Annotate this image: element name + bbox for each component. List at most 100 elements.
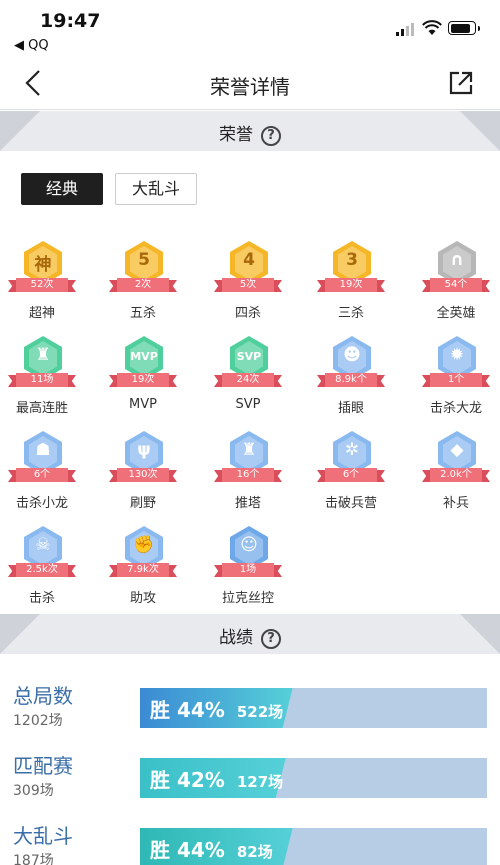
badge-count: 19次	[117, 373, 169, 387]
honor-badge[interactable]: ☗ 6个 击杀小龙	[2, 430, 82, 518]
badge-count: 2次	[117, 278, 169, 292]
badge-emblem-icon: ∩	[450, 250, 464, 270]
badge-ribbon: 6个	[8, 468, 76, 482]
badge-label: 助攻	[129, 591, 156, 606]
stat-total-games: 309场	[13, 783, 54, 799]
badge-count: 11场	[16, 373, 68, 387]
badge-ribbon: 52次	[8, 278, 76, 292]
honor-badge[interactable]: ☻ 8.9k个插眼	[311, 335, 391, 423]
badge-label: MVP	[129, 397, 157, 412]
badge-ribbon: 19次	[109, 373, 177, 387]
badge-emblem-icon: ♜	[35, 345, 51, 365]
badge-ribbon: 2次	[109, 278, 177, 292]
badge-ribbon: 2.0k个	[422, 468, 490, 482]
win-rate-text: 胜 42%	[150, 768, 225, 792]
badge-emblem-icon: 5	[138, 250, 150, 270]
badge-label: 击杀	[28, 591, 55, 606]
win-rate-text: 胜 44%	[150, 838, 225, 862]
honor-badge[interactable]: 4 5次 四杀	[208, 240, 288, 328]
stat-mode-label: 匹配赛	[13, 754, 73, 778]
honor-badge[interactable]: ψ 130次 刷野	[103, 430, 183, 518]
share-icon[interactable]	[448, 70, 474, 96]
badge-label: 四杀	[234, 306, 261, 321]
honor-badge[interactable]: MVP 19次 MVP	[103, 335, 183, 423]
stat-mode-label: 大乱斗	[13, 824, 73, 848]
honor-badge[interactable]: ☠ 2.5k次击杀	[2, 525, 82, 613]
win-rate-bar: 胜 44% 82场	[140, 828, 487, 865]
stat-row[interactable]: 大乱斗 187场 胜 44% 82场	[0, 820, 500, 865]
tab-classic[interactable]: 经典	[21, 173, 103, 205]
badge-emblem-icon: MVP	[130, 350, 158, 363]
badge-emblem-icon: ✊	[133, 535, 155, 555]
status-bar: 19:47 ◀ QQ	[0, 0, 500, 58]
badge-label: 拉克丝控	[221, 591, 274, 606]
badge-emblem-icon: 3	[346, 250, 358, 270]
win-rate-bar: 胜 42% 127场	[140, 758, 487, 798]
badge-emblem-icon: ☠	[35, 535, 51, 555]
stat-total-games: 1202场	[13, 713, 63, 729]
record-section-title: 战绩	[219, 628, 253, 648]
honor-badge[interactable]: ✲ 6个 击破兵营	[311, 430, 391, 518]
badge-label: 击杀大龙	[429, 401, 482, 416]
honor-section-title: 荣誉	[219, 125, 253, 145]
badge-count: 19次	[325, 278, 377, 292]
badge-label: 击破兵营	[324, 496, 377, 511]
stat-row[interactable]: 匹配赛 309场 胜 42% 127场	[0, 750, 500, 814]
badge-label: 击杀小龙	[15, 496, 68, 511]
honor-badge[interactable]: ☺ 1场 拉克丝控	[208, 525, 288, 613]
badge-label: 超神	[28, 306, 55, 321]
badge-ribbon: 24次	[214, 373, 282, 387]
badge-count: 2.0k个	[430, 468, 482, 482]
badge-label: 插眼	[337, 401, 364, 416]
badge-label: 五杀	[129, 306, 156, 321]
badge-label: 最高连胜	[15, 401, 68, 416]
badge-ribbon: 1场	[214, 563, 282, 577]
badge-label: 补兵	[442, 496, 469, 511]
tab-aram[interactable]: 大乱斗	[115, 173, 197, 205]
wifi-icon	[422, 20, 442, 35]
signal-icon	[396, 22, 414, 36]
badge-ribbon: 11场	[8, 373, 76, 387]
honor-badge[interactable]: SVP 24次 SVP	[208, 335, 288, 423]
honor-badge[interactable]: 3 19次 三杀	[311, 240, 391, 328]
badge-count: 5次	[222, 278, 274, 292]
stat-row[interactable]: 总局数 1202场 胜 44% 522场	[0, 680, 500, 744]
badge-label: SVP	[235, 397, 261, 412]
badge-emblem-icon: ♜	[241, 440, 257, 460]
badge-ribbon: 19次	[317, 278, 385, 292]
honor-section-header: 荣誉?	[0, 111, 500, 151]
badge-emblem-icon: ✹	[449, 345, 465, 365]
badge-count: 6个	[325, 468, 377, 482]
badge-count: 6个	[16, 468, 68, 482]
badge-ribbon: 16个	[214, 468, 282, 482]
badge-ribbon: 2.5k次	[8, 563, 76, 577]
record-section-header: 战绩?	[0, 614, 500, 654]
badge-emblem-icon: 神	[34, 255, 52, 275]
honor-badge[interactable]: ♜ 11场最高连胜	[2, 335, 82, 423]
badge-count: 16个	[222, 468, 274, 482]
badge-count: 2.5k次	[16, 563, 68, 577]
badge-count: 54个	[430, 278, 482, 292]
badge-emblem-icon: ☻	[343, 345, 361, 365]
battery-icon	[448, 21, 480, 35]
badge-emblem-icon: ◆	[450, 440, 464, 460]
help-icon[interactable]: ?	[261, 629, 281, 649]
honor-badge[interactable]: ✹ 1个击杀大龙	[416, 335, 496, 423]
honor-badge[interactable]: ∩ 54个 全英雄	[416, 240, 496, 328]
honor-badge[interactable]: ♜ 16个 推塔	[208, 430, 288, 518]
stat-total-games: 187场	[13, 853, 54, 865]
page-title: 荣誉详情	[210, 75, 290, 99]
badge-ribbon: 8.9k个	[317, 373, 385, 387]
help-icon[interactable]: ?	[261, 126, 281, 146]
stat-mode-label: 总局数	[13, 684, 73, 708]
honor-badge[interactable]: 5 2次五杀	[103, 240, 183, 328]
badge-count: 130次	[117, 468, 169, 482]
nav-bar: 荣誉详情	[0, 58, 500, 110]
honor-badge[interactable]: ◆ 2.0k个补兵	[416, 430, 496, 518]
honor-badge[interactable]: 神 52次超神	[2, 240, 82, 328]
badge-count: 1个	[430, 373, 482, 387]
back-to-app-link[interactable]: ◀ QQ	[14, 38, 49, 53]
badge-label: 刷野	[129, 496, 156, 511]
honor-badge[interactable]: ✊ 7.9k次 助攻	[103, 525, 183, 613]
badge-emblem-icon: SVP	[236, 350, 262, 363]
